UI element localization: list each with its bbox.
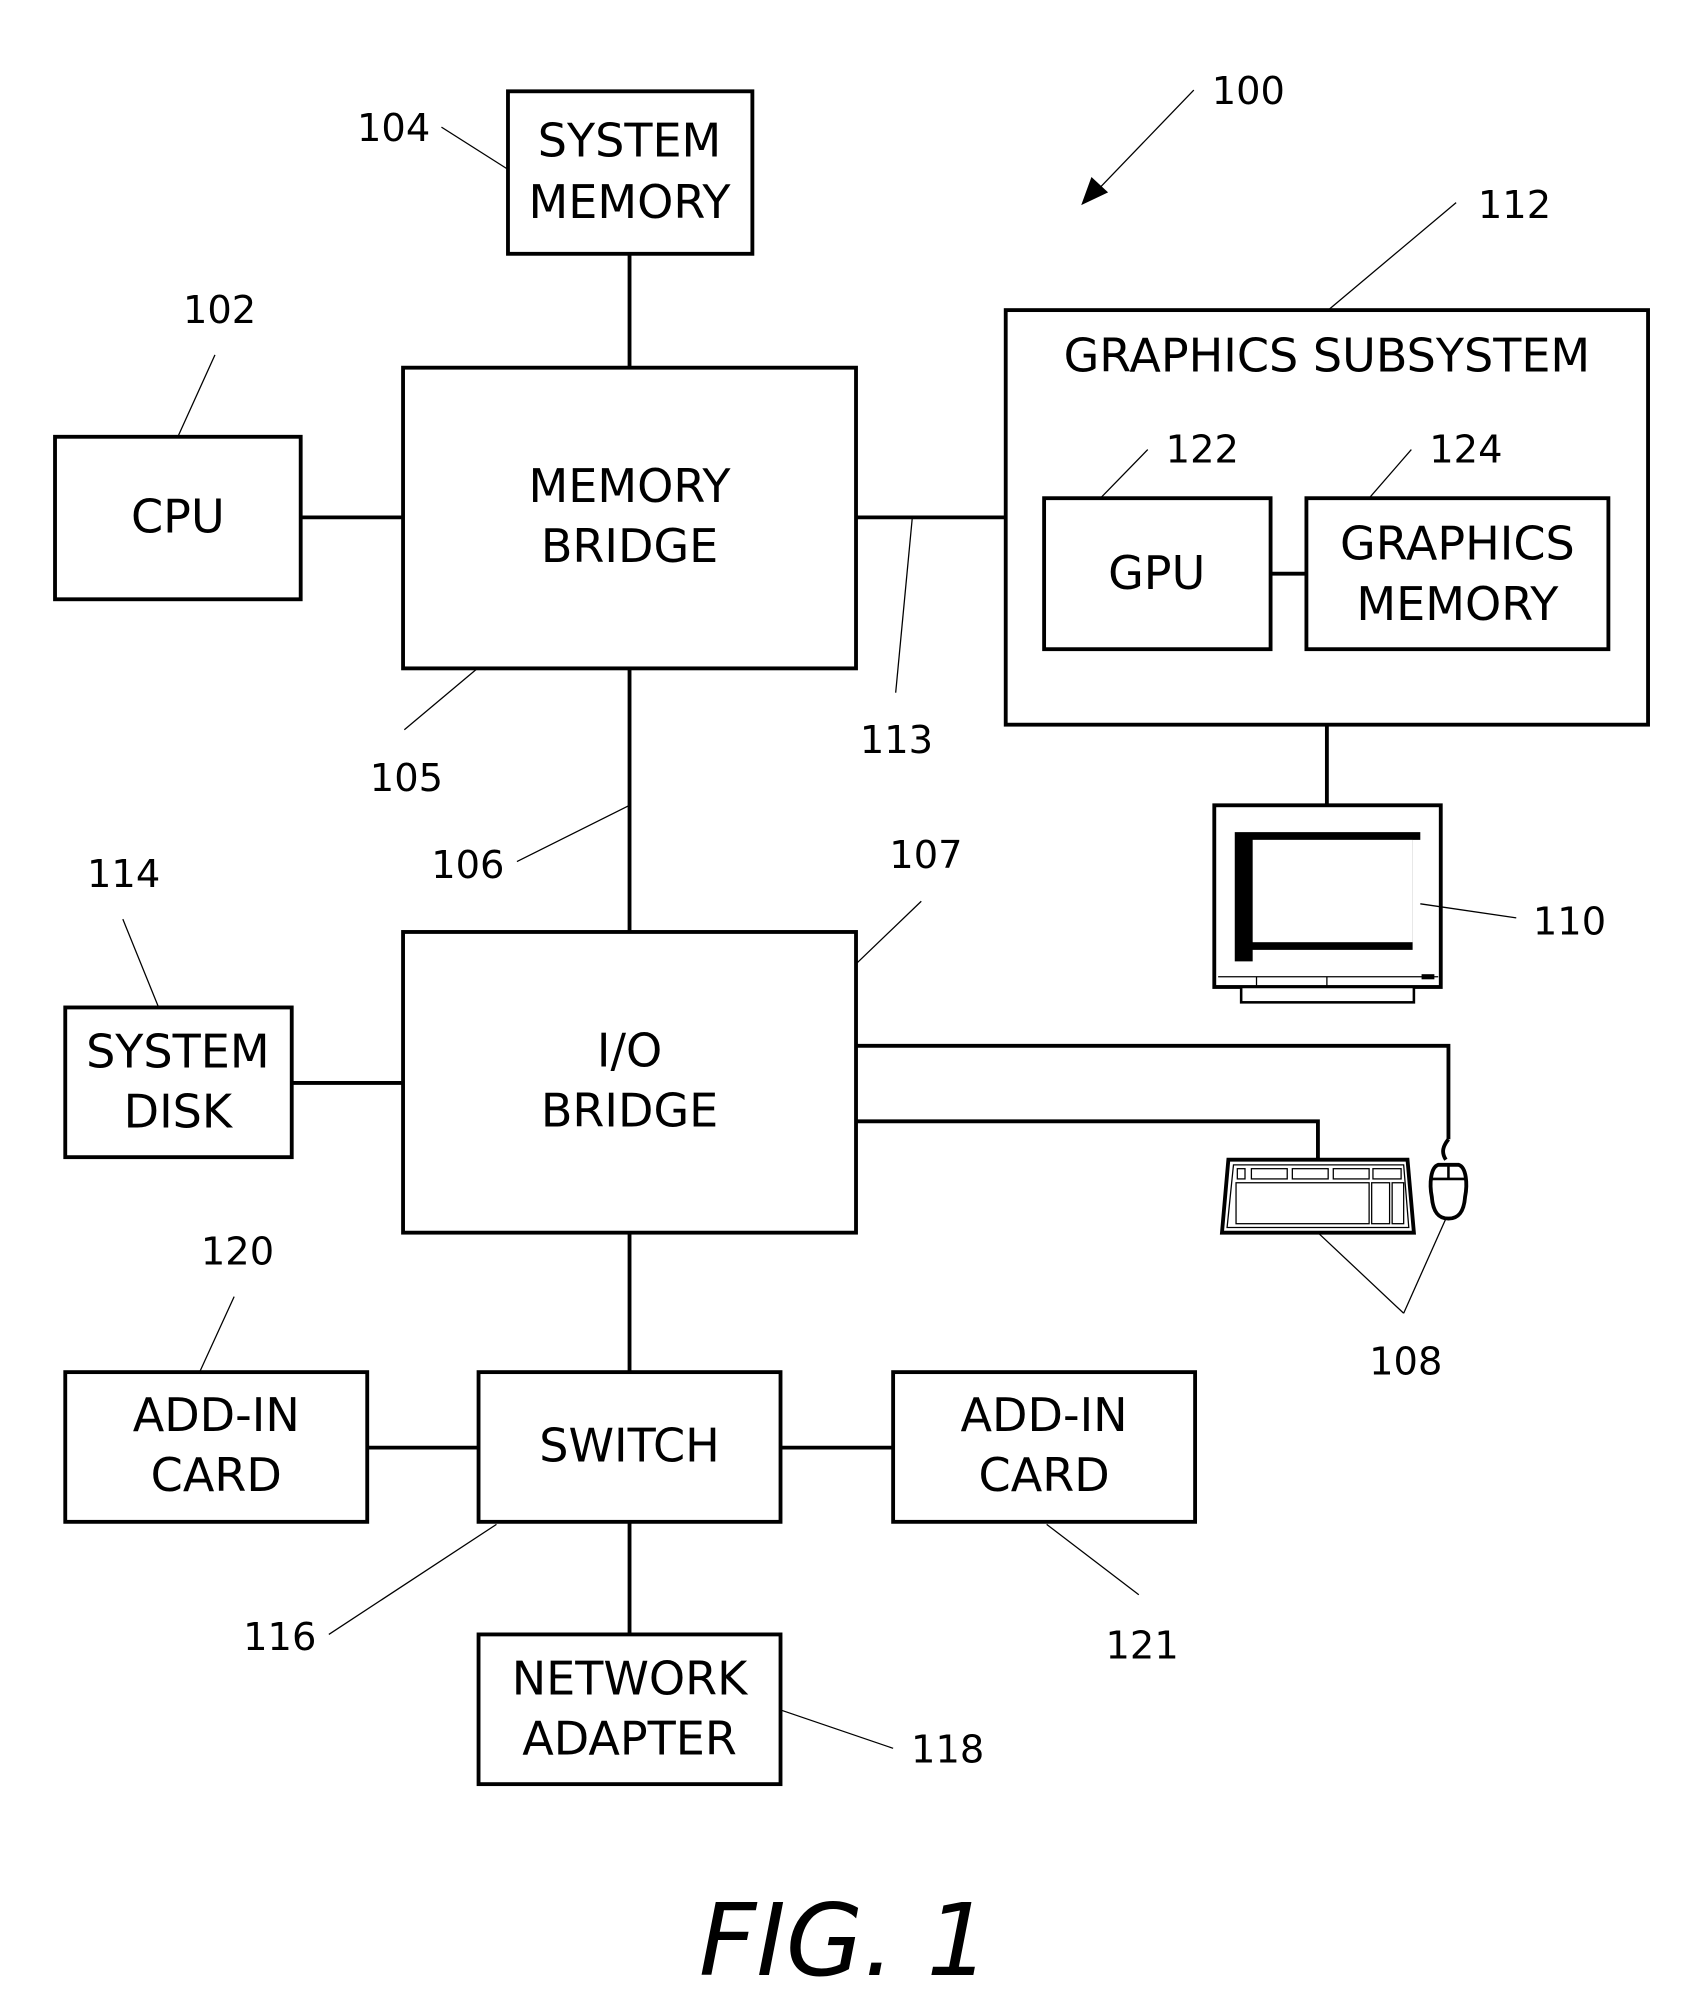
switch-label: SWITCH: [539, 1419, 720, 1473]
network-adapter-block: NETWORK ADAPTER 118: [476, 1632, 984, 1787]
system-memory-label-line2: MEMORY: [529, 175, 732, 229]
graphics-subsystem-block: GRAPHICS SUBSYSTEM 112 GPU 122 GRAPHICS …: [1003, 183, 1650, 727]
gpu-label: GPU: [1108, 546, 1205, 600]
graphics-memory-label-line2: MEMORY: [1356, 577, 1559, 631]
leader-102: [177, 354, 216, 438]
io-bridge-block: I/O BRIDGE 107: [401, 833, 963, 1235]
ref-label-110: 110: [1533, 900, 1606, 945]
ref-label-104: 104: [357, 106, 430, 151]
ref-label-116: 116: [243, 1615, 316, 1660]
display-device: 110: [1212, 803, 1606, 1004]
leader-108-keyboard: [1317, 1232, 1405, 1314]
ref-label-112: 112: [1478, 183, 1551, 228]
iobridge-to-mouse-wire: [856, 1043, 1451, 1140]
ref-label-120: 120: [201, 1230, 274, 1275]
system-disk-label-line2: DISK: [124, 1085, 234, 1139]
io-bridge-box: [401, 930, 858, 1235]
input-devices: 108: [1219, 1138, 1469, 1385]
add-in-card-right-block: ADD-IN CARD 121: [891, 1370, 1198, 1669]
network-adapter-label-line1: NETWORK: [512, 1652, 749, 1706]
cpu-block: CPU 102: [53, 288, 303, 602]
io-bridge-label-line1: I/O: [597, 1023, 662, 1077]
ref-label-121: 121: [1106, 1624, 1179, 1669]
keyboard-icon: [1219, 1157, 1416, 1235]
add-in-card-right-label-line2: CARD: [979, 1448, 1110, 1502]
leader-121: [1046, 1523, 1140, 1596]
figure-caption: FIG. 1: [699, 1882, 990, 1997]
leader-107: [856, 900, 922, 964]
system-disk-label-line1: SYSTEM: [86, 1025, 270, 1079]
leader-112: [1327, 202, 1457, 311]
leader-104: [441, 126, 509, 170]
monitor-icon: [1212, 803, 1443, 1004]
ref-label-106: 106: [431, 843, 504, 888]
leader-113: [895, 517, 913, 693]
ref-label-100: 100: [1212, 69, 1285, 114]
ref-label-113: 113: [860, 718, 933, 763]
add-in-card-left-label-line2: CARD: [151, 1448, 282, 1502]
ref-label-107: 107: [889, 833, 962, 878]
figure-arrow-line: [1097, 89, 1195, 191]
ref-label-124: 124: [1429, 427, 1502, 472]
leader-118: [780, 1709, 894, 1749]
leader-114: [122, 918, 160, 1008]
leader-106: [516, 804, 630, 863]
cpu-label: CPU: [131, 490, 225, 544]
graphics-memory-label-line1: GRAPHICS: [1340, 517, 1575, 571]
graphics-subsystem-title: GRAPHICS SUBSYSTEM: [1064, 329, 1591, 383]
system-disk-block: SYSTEM DISK 114: [63, 852, 294, 1160]
add-in-card-left-label-line1: ADD-IN: [133, 1388, 300, 1442]
arrow-head-icon: [1081, 177, 1109, 206]
memory-bridge-block: MEMORY BRIDGE 105: [370, 365, 858, 801]
ref-label-118: 118: [911, 1727, 984, 1772]
ref-label-122: 122: [1166, 427, 1239, 472]
add-in-card-right-label-line1: ADD-IN: [961, 1388, 1128, 1442]
leader-105: [403, 669, 477, 731]
leader-120: [199, 1296, 235, 1373]
mouse-icon: [1428, 1138, 1469, 1221]
io-bridge-label-line2: BRIDGE: [541, 1083, 718, 1137]
leader-116: [328, 1523, 497, 1635]
network-adapter-label-line2: ADAPTER: [522, 1712, 737, 1766]
system-memory-block: SYSTEM MEMORY 104: [357, 89, 755, 256]
add-in-card-left-block: ADD-IN CARD 120: [63, 1230, 370, 1524]
ref-label-114: 114: [87, 852, 160, 897]
figure-ref-100: 100: [1081, 69, 1285, 206]
iobridge-to-keyboard-wire: [856, 1119, 1320, 1160]
memory-bridge-label-line1: MEMORY: [529, 459, 732, 513]
system-memory-label-line1: SYSTEM: [538, 114, 722, 168]
ref-label-102: 102: [183, 288, 256, 333]
memory-bridge-box: [401, 365, 858, 671]
ref-label-105: 105: [370, 756, 443, 801]
computer-system-diagram: 100 SYSTEM MEMORY 104 CPU 102 MEMORY BRI…: [53, 69, 1650, 1997]
ref-label-108: 108: [1369, 1340, 1442, 1385]
memory-bridge-label-line2: BRIDGE: [541, 519, 718, 573]
